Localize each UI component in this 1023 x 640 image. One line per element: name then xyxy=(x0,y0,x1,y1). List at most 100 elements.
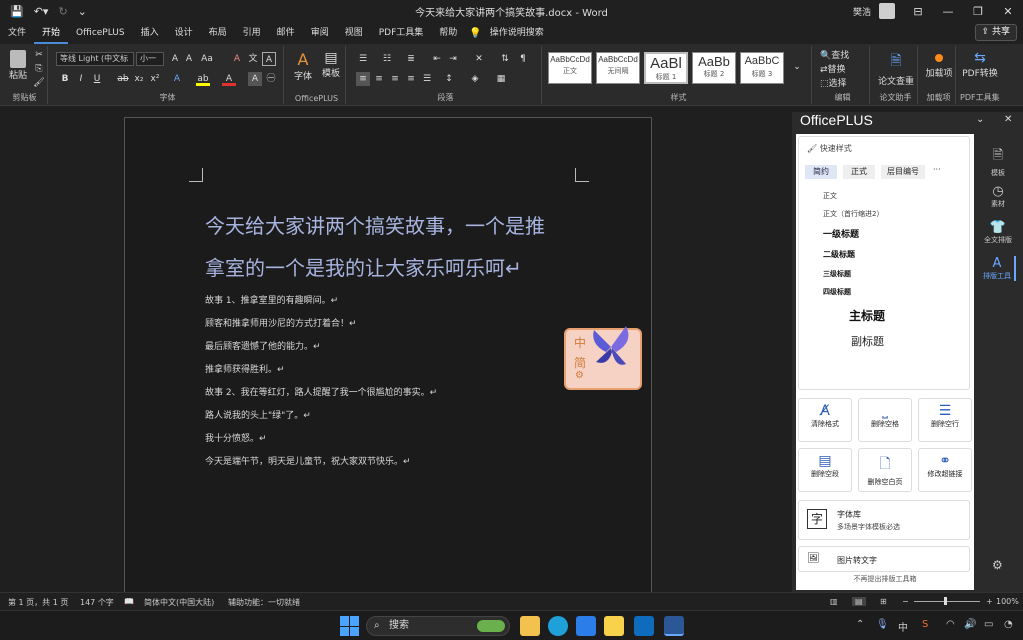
save-icon[interactable]: 💾 xyxy=(10,5,24,18)
pane-tab-formal[interactable]: 正式 xyxy=(843,165,875,179)
zoom-level[interactable]: 100% xyxy=(996,597,1019,606)
show-marks-icon[interactable]: ¶ xyxy=(516,52,530,66)
zoom-in-icon[interactable]: + xyxy=(986,597,993,606)
enclose-characters-icon[interactable]: ㊀ xyxy=(264,72,278,86)
close-button[interactable]: ✕ xyxy=(993,0,1023,22)
tab-layout[interactable]: 布局 xyxy=(201,22,235,44)
style-option-h4[interactable]: 四级标题 xyxy=(823,287,851,297)
chinese-layout-icon[interactable]: ✕ xyxy=(472,52,486,66)
grow-font-icon[interactable]: A xyxy=(168,52,182,66)
tool-remove-empty-paragraphs[interactable]: ▤ 删除空段 xyxy=(798,448,852,492)
clear-formatting-icon[interactable]: A xyxy=(230,52,244,66)
zoom-out-icon[interactable]: − xyxy=(902,597,909,606)
tab-design[interactable]: 设计 xyxy=(167,22,201,44)
find-button[interactable]: 🔍查找 xyxy=(820,48,868,61)
align-center-icon[interactable]: ≡ xyxy=(372,72,386,86)
font-color-icon[interactable]: A xyxy=(222,72,236,86)
pane-tab-simple[interactable]: 简约 xyxy=(805,165,837,179)
print-layout-icon[interactable]: ▤ xyxy=(852,597,866,606)
tab-pdf-tools[interactable]: PDF工具集 xyxy=(371,22,432,44)
avatar[interactable] xyxy=(879,3,895,19)
pane-footer-link[interactable]: 不再提出排版工具箱 xyxy=(796,574,974,584)
wifi-icon[interactable]: ◠ xyxy=(946,619,955,630)
side-layout-tools[interactable]: A 排版工具 xyxy=(980,256,1016,281)
paragraph-1[interactable]: 故事 1、推拿室里的有趣瞬间。↵ xyxy=(205,293,338,306)
subscript-icon[interactable]: x₂ xyxy=(132,72,146,86)
style-no-spacing[interactable]: AaBbCcDd 无间隔 xyxy=(596,52,640,84)
style-option-normal[interactable]: 正文 xyxy=(823,191,837,201)
ime-floating-sticker[interactable]: 中 简 ⚙ xyxy=(564,322,644,390)
style-option-indent[interactable]: 正文（首行缩进2） xyxy=(823,209,883,219)
cut-icon[interactable]: ✂ xyxy=(32,48,46,62)
ime-mode-icon[interactable]: 中 xyxy=(898,619,908,634)
document-title-line-1[interactable]: 今天给大家讲两个搞笑故事，一个是推 xyxy=(205,210,545,239)
notes-icon[interactable] xyxy=(604,616,624,636)
officeplus-template-button[interactable]: ▤ 模板 xyxy=(318,50,344,79)
highlight-icon[interactable]: ab xyxy=(196,72,210,86)
character-border-icon[interactable]: A xyxy=(262,52,276,66)
sort-icon[interactable]: ⇅ xyxy=(498,52,512,66)
ribbon-display-options-button[interactable]: ⊟ xyxy=(903,0,933,22)
replace-button[interactable]: ⇄替换 xyxy=(820,62,868,75)
tray-chevron-icon[interactable]: ⌃ xyxy=(856,619,864,630)
tab-references[interactable]: 引用 xyxy=(235,22,269,44)
shading-icon[interactable]: ◈ xyxy=(468,72,482,86)
style-normal[interactable]: AaBbCcDd 正文 xyxy=(548,52,592,84)
bullets-icon[interactable]: ☰ xyxy=(356,52,370,66)
web-layout-icon[interactable]: ⊞ xyxy=(880,597,887,606)
word-icon[interactable] xyxy=(664,616,684,636)
tab-officeplus[interactable]: OfficePLUS xyxy=(68,22,133,44)
document-title-line-2[interactable]: 拿室的一个是我的让大家乐呵乐呵↵ xyxy=(205,252,522,281)
read-mode-icon[interactable]: ▥ xyxy=(830,597,838,606)
accessibility-status[interactable]: 辅助功能：一切就绪 xyxy=(228,597,300,608)
style-option-h2[interactable]: 二级标题 xyxy=(823,249,855,260)
pane-close-icon[interactable]: ✕ xyxy=(1004,114,1012,125)
language[interactable]: 简体中文(中国大陆) xyxy=(144,597,214,608)
restore-button[interactable]: ❐ xyxy=(963,0,993,22)
pane-tab-more[interactable]: ··· xyxy=(933,165,941,174)
style-heading-1[interactable]: AaBl 标题 1 xyxy=(644,52,688,84)
zoom-slider-thumb[interactable] xyxy=(944,597,947,605)
side-material[interactable]: ◷ 素材 xyxy=(980,184,1016,209)
decrease-indent-icon[interactable]: ⇤ xyxy=(430,52,444,66)
styles-more-icon[interactable]: ⌄ xyxy=(790,60,804,74)
microphone-icon[interactable]: 🎙 xyxy=(876,619,889,630)
strikethrough-icon[interactable]: ab xyxy=(116,72,130,86)
font-name-combo[interactable]: 等线 Light (中文标 xyxy=(56,52,134,66)
align-right-icon[interactable]: ≡ xyxy=(388,72,402,86)
pdf-convert-button[interactable]: ⇆ PDF转换 xyxy=(960,50,1000,79)
style-option-main-title[interactable]: 主标题 xyxy=(849,307,885,324)
tool-remove-blank-page[interactable]: 🗋 删除空白页 xyxy=(858,448,912,492)
edge-icon[interactable] xyxy=(548,616,568,636)
paragraph-6[interactable]: 路人说我的头上"绿"了。↵ xyxy=(205,408,311,421)
style-option-h1[interactable]: 一级标题 xyxy=(823,227,859,240)
style-heading-2[interactable]: AaBb 标题 2 xyxy=(692,52,736,84)
style-option-h3[interactable]: 三级标题 xyxy=(823,269,851,279)
minimize-button[interactable]: — xyxy=(933,0,963,22)
outlook-icon[interactable] xyxy=(634,616,654,636)
user-name[interactable]: 樊浩 xyxy=(853,5,871,18)
tell-me-search[interactable]: 操作说明搜索 xyxy=(482,22,552,44)
tab-home[interactable]: 开始 xyxy=(34,22,69,44)
taskbar-search[interactable]: ⌕ 搜索 xyxy=(366,616,510,636)
windows-start-icon[interactable] xyxy=(340,616,360,636)
tool-clear-format[interactable]: A̸ 清除格式 xyxy=(798,398,852,442)
character-shading-icon[interactable]: A xyxy=(248,72,262,86)
paragraph-8[interactable]: 今天是端午节，明天是儿童节，祝大家双节快乐。↵ xyxy=(205,454,411,467)
pane-options-icon[interactable]: ⌄ xyxy=(976,114,984,125)
proofing-icon[interactable]: 📖 xyxy=(124,597,134,606)
tab-mailings[interactable]: 邮件 xyxy=(269,22,303,44)
paper-check-button[interactable]: 🗎 论文查重 xyxy=(874,50,918,87)
image-to-text-card[interactable]: 🖼 图片转文字 xyxy=(798,546,970,572)
tab-view[interactable]: 视图 xyxy=(337,22,371,44)
tool-edit-hyperlinks[interactable]: ⚭ 修改超链接 xyxy=(918,448,972,492)
store-icon[interactable] xyxy=(576,616,596,636)
bold-icon[interactable]: B xyxy=(58,72,72,86)
superscript-icon[interactable]: x² xyxy=(148,72,162,86)
paragraph-3[interactable]: 最后顾客遗憾了他的能力。↵ xyxy=(205,339,321,352)
paragraph-4[interactable]: 推拿师获得胜利。↵ xyxy=(205,362,285,375)
battery-icon[interactable]: ▭ xyxy=(984,619,993,630)
change-case-icon[interactable]: Aa xyxy=(200,52,214,66)
redo-icon[interactable]: ↻ xyxy=(58,5,67,18)
side-full-layout[interactable]: 👕 全文排版 xyxy=(980,220,1016,245)
